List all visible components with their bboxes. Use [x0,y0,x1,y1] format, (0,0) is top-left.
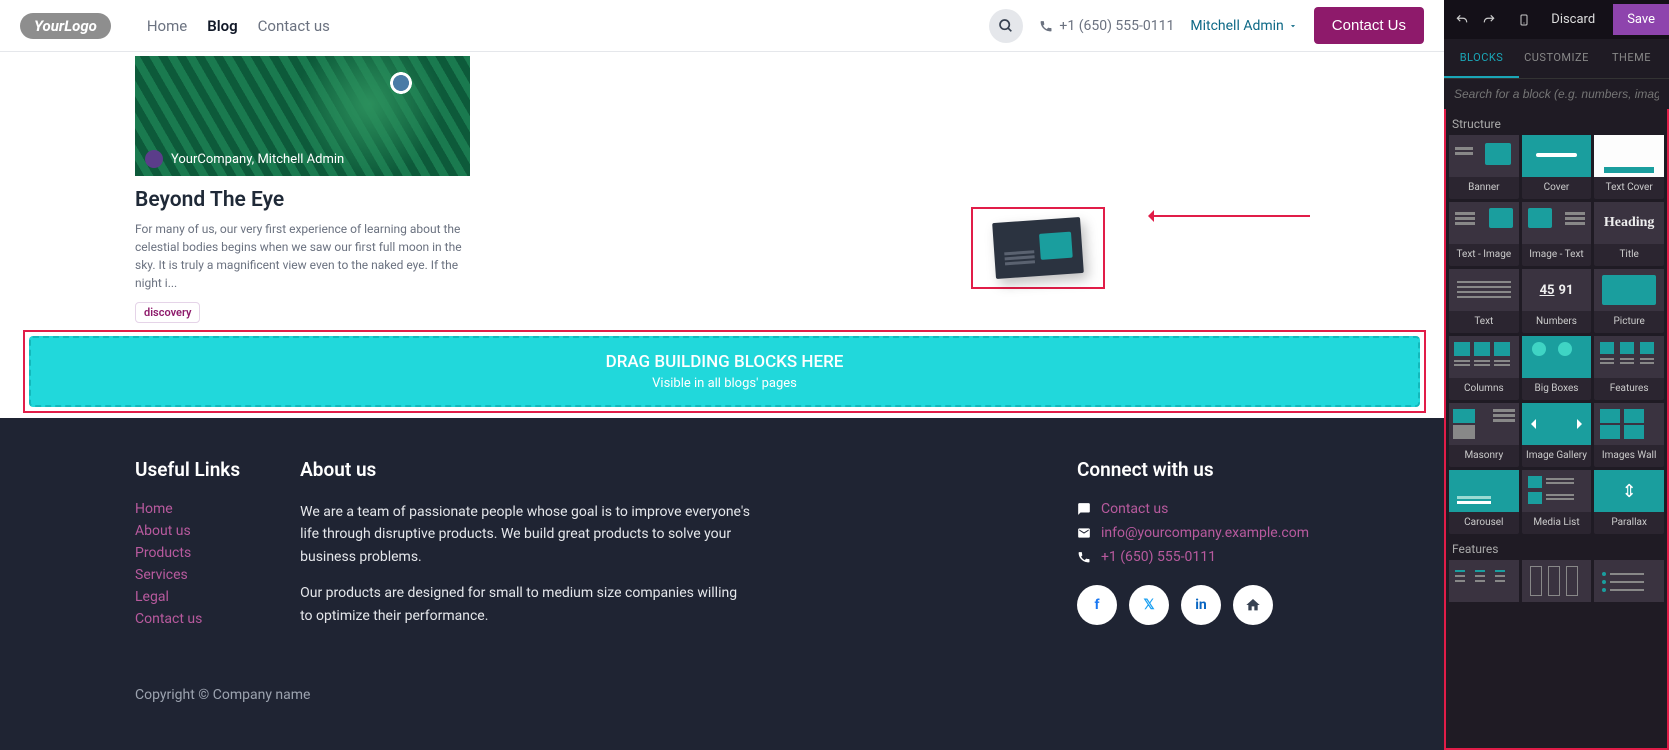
block-image-text[interactable]: Image - Text [1522,202,1592,266]
nav-contact[interactable]: Contact us [258,17,330,35]
block-parallax[interactable]: Parallax [1594,470,1664,534]
block-carousel[interactable]: Carousel [1449,470,1519,534]
block-title[interactable]: HeadingTitle [1594,202,1664,266]
section-features: Features [1446,534,1667,560]
footer-useful-links: Useful Links Home About us Products Serv… [135,458,240,641]
redo-icon [1482,13,1496,27]
discard-button[interactable]: Discard [1541,6,1605,33]
search-icon [998,18,1014,34]
block-cover[interactable]: Cover [1522,135,1592,199]
tab-theme[interactable]: THEME [1594,39,1669,78]
footer-link-services[interactable]: Services [135,567,240,583]
block-text[interactable]: Text [1449,269,1519,333]
block-feat-a[interactable] [1449,560,1519,602]
mobile-preview-button[interactable] [1514,8,1533,32]
footer-about: About us We are a team of passionate peo… [300,458,750,641]
drag-preview-annotation [971,207,1105,289]
about-p2: Our products are designed for small to m… [300,582,750,627]
copyright: Copyright © Company name [135,687,1309,703]
social-x[interactable]: 𝕏 [1129,585,1169,625]
block-media-list[interactable]: Media List [1522,470,1592,534]
home-icon [1245,597,1261,613]
social-home[interactable] [1233,585,1273,625]
block-feat-b[interactable] [1522,560,1592,602]
footer-link-products[interactable]: Products [135,545,240,561]
undo-button[interactable] [1452,8,1471,32]
blog-title[interactable]: Beyond The Eye [135,188,470,212]
connect-email-link[interactable]: info@yourcompany.example.com [1101,525,1309,541]
about-p1: We are a team of passionate people whose… [300,501,750,568]
mail-icon [1077,526,1091,540]
arrow-annotation [1150,215,1310,217]
dropzone-subtitle: Visible in all blogs' pages [31,376,1418,391]
block-columns[interactable]: Columns [1449,336,1519,400]
contact-us-button[interactable]: Contact Us [1314,7,1424,44]
block-big-boxes[interactable]: Big Boxes [1522,336,1592,400]
block-text-cover[interactable]: Text Cover [1594,135,1664,199]
blog-card[interactable]: YourCompany, Mitchell Admin Beyond The E… [135,56,470,349]
dropzone[interactable]: DRAG BUILDING BLOCKS HERE Visible in all… [29,336,1420,407]
footer-connect: Connect with us Contact us info@yourcomp… [1077,458,1309,641]
dropzone-title: DRAG BUILDING BLOCKS HERE [31,352,1418,372]
nav-links: Home Blog Contact us [147,17,330,35]
block-text-image[interactable]: Text - Image [1449,202,1519,266]
blog-excerpt: For many of us, our very first experienc… [135,220,470,292]
top-nav: YourLogo Home Blog Contact us +1 (650) 5… [0,0,1444,52]
connect-phone-link[interactable]: +1 (650) 555-0111 [1101,549,1216,565]
block-feat-c[interactable] [1594,560,1664,602]
save-button[interactable]: Save [1613,4,1669,35]
blog-image: YourCompany, Mitchell Admin [135,56,470,176]
undo-icon [1455,13,1469,27]
nav-home[interactable]: Home [147,17,187,35]
user-menu[interactable]: Mitchell Admin [1190,18,1297,34]
dropzone-annotation: DRAG BUILDING BLOCKS HERE Visible in all… [23,330,1426,413]
block-images-wall[interactable]: Images Wall [1594,403,1664,467]
social-facebook[interactable]: f [1077,585,1117,625]
tab-blocks[interactable]: BLOCKS [1444,39,1519,78]
connect-contact-link[interactable]: Contact us [1101,501,1168,517]
block-numbers[interactable]: 4591Numbers [1522,269,1592,333]
block-masonry[interactable]: Masonry [1449,403,1519,467]
avatar [145,150,163,168]
header-phone-number: +1 (650) 555-0111 [1059,18,1174,34]
about-title: About us [300,458,750,481]
footer-link-contact[interactable]: Contact us [135,611,240,627]
redo-button[interactable] [1479,8,1498,32]
block-search-input[interactable] [1444,79,1669,109]
block-banner[interactable]: Banner [1449,135,1519,199]
header-phone: +1 (650) 555-0111 [1039,18,1174,34]
blog-author: YourCompany, Mitchell Admin [171,152,344,167]
section-structure: Structure [1446,109,1667,135]
user-name-label: Mitchell Admin [1190,18,1283,34]
block-features[interactable]: Features [1594,336,1664,400]
search-button[interactable] [989,9,1023,43]
phone-icon [1077,550,1091,564]
chevron-down-icon [1288,21,1298,31]
blog-author-bar: YourCompany, Mitchell Admin [145,150,344,168]
block-image-gallery[interactable]: Image Gallery [1522,403,1592,467]
editor-sidebar: Discard Save BLOCKS CUSTOMIZE THEME Stru… [1444,0,1669,750]
block-picture[interactable]: Picture [1594,269,1664,333]
footer-link-home[interactable]: Home [135,501,240,517]
social-linkedin[interactable]: in [1181,585,1221,625]
chat-icon [1077,502,1091,516]
logo[interactable]: YourLogo [20,13,111,39]
footer-link-legal[interactable]: Legal [135,589,240,605]
useful-links-title: Useful Links [135,458,240,481]
mobile-icon [1518,12,1530,28]
connect-title: Connect with us [1077,458,1309,481]
footer-link-about[interactable]: About us [135,523,240,539]
tab-customize[interactable]: CUSTOMIZE [1519,39,1594,78]
blog-tag[interactable]: discovery [135,302,200,323]
phone-icon [1039,19,1053,33]
nav-blog[interactable]: Blog [207,17,237,35]
footer: Useful Links Home About us Products Serv… [0,418,1444,750]
